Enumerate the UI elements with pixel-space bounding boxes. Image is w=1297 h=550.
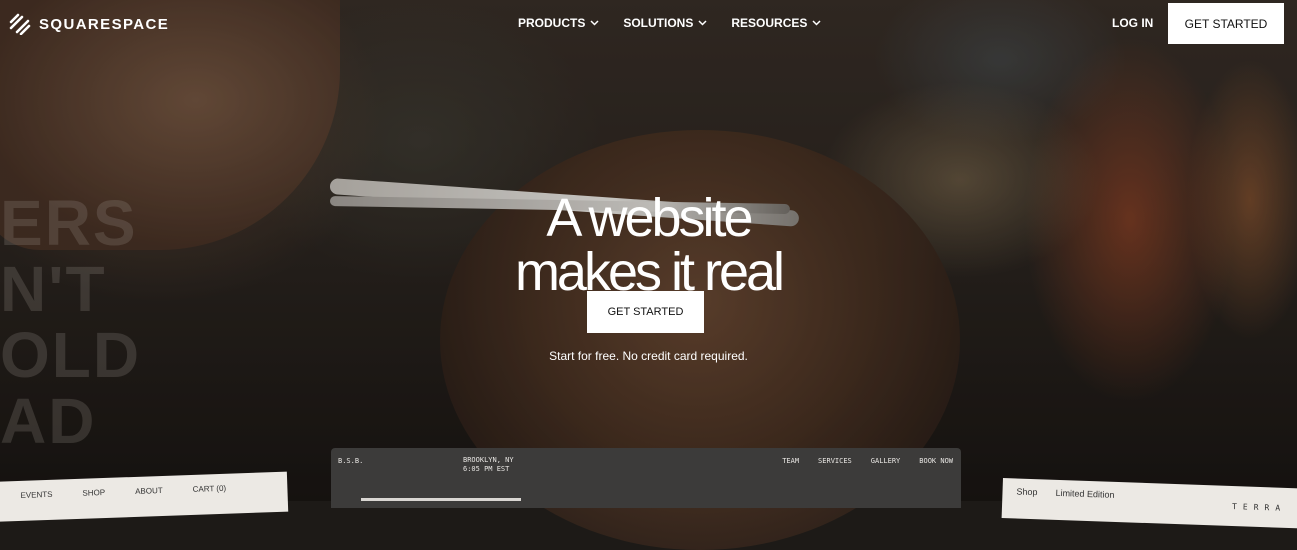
preview-nav-item: TEAM <box>782 457 800 465</box>
preview-brand: B.S.B. <box>338 457 364 465</box>
preview-location-city: BROOKLYN, NY <box>463 456 514 464</box>
preview-location-time: 6:05 PM EST <box>463 465 510 473</box>
get-started-nav-button[interactable]: GET STARTED <box>1168 3 1284 44</box>
template-preview-left: EVENTS SHOP ABOUT CART (0) <box>0 471 289 522</box>
menu-item-solutions[interactable]: SOLUTIONS <box>623 16 707 30</box>
menu-item-label: SOLUTIONS <box>623 16 694 30</box>
preview-nav: TEAM SERVICES GALLERY BOOK NOW <box>782 457 953 465</box>
preview-brand: TERRA <box>1231 502 1287 513</box>
hero-title: A website makes it real <box>0 191 1297 299</box>
chevron-down-icon <box>698 20 707 26</box>
menu-item-resources[interactable]: RESOURCES <box>731 16 821 30</box>
squarespace-logo-icon <box>9 13 31 35</box>
menu-item-label: PRODUCTS <box>518 16 586 30</box>
preview-nav-item: BOOK NOW <box>919 457 953 465</box>
chevron-down-icon <box>812 20 821 26</box>
preview-nav-item: Limited Edition <box>1055 487 1115 500</box>
menu-item-products[interactable]: PRODUCTS <box>518 16 599 30</box>
chevron-down-icon <box>590 20 599 26</box>
get-started-hero-button[interactable]: GET STARTED <box>587 291 704 333</box>
preview-nav-item: Shop <box>1016 486 1038 498</box>
logo-link[interactable]: SQUARESPACE <box>7 13 169 35</box>
top-nav: SQUARESPACE PRODUCTS SOLUTIONS RESOURCES… <box>0 0 1297 46</box>
preview-nav-item: SERVICES <box>818 457 852 465</box>
hero-title-line-1: A website <box>546 188 753 249</box>
preview-nav-item: CART (0) <box>192 483 227 494</box>
preview-nav-item: GALLERY <box>870 457 901 465</box>
preview-nav: EVENTS SHOP ABOUT CART (0) <box>20 484 226 500</box>
main-menu: PRODUCTS SOLUTIONS RESOURCES <box>518 16 821 30</box>
hero-subtext: Start for free. No credit card required. <box>549 349 748 363</box>
preview-nav-item: EVENTS <box>20 489 53 500</box>
logo-text: SQUARESPACE <box>39 15 170 33</box>
preview-location: BROOKLYN, NY 6:05 PM EST <box>463 456 514 474</box>
login-link[interactable]: LOG IN <box>1112 16 1153 30</box>
menu-item-label: RESOURCES <box>731 16 808 30</box>
preview-nav-item: SHOP <box>82 487 106 498</box>
preview-nav-item: ABOUT <box>134 485 163 496</box>
template-preview-center: B.S.B. BROOKLYN, NY 6:05 PM EST TEAM SER… <box>331 448 961 508</box>
preview-nav: Shop Limited Edition <box>1016 486 1114 499</box>
